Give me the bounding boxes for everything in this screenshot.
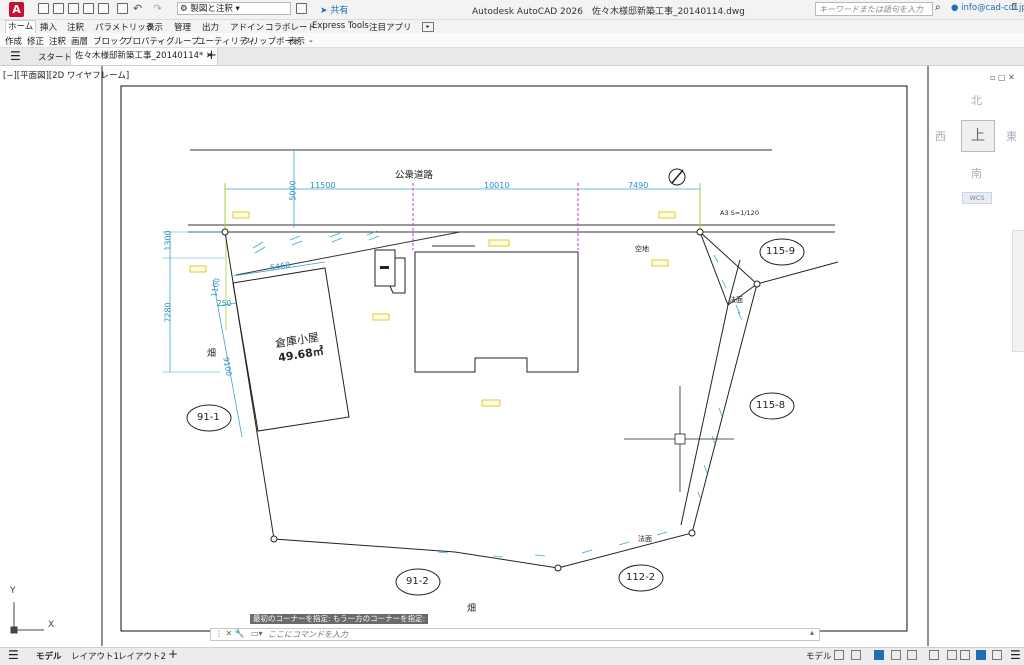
command-history-toggle-icon[interactable]: ▴ <box>810 628 814 637</box>
tab-layout1[interactable]: レイアウト1 <box>71 650 119 662</box>
viewcube-west[interactable]: 西 <box>935 128 946 144</box>
wcs-menu[interactable]: WCS <box>962 192 992 204</box>
dim-text: 1300 <box>163 230 173 251</box>
workspace-switch-icon[interactable] <box>976 650 986 660</box>
dim-text: 7490 <box>628 181 649 190</box>
model-space-toggle[interactable]: モデル <box>806 650 832 662</box>
slope-label: 法面 <box>729 296 743 304</box>
lineweight-icon[interactable] <box>947 650 957 660</box>
dim-text: 5000 <box>288 180 298 201</box>
dim-text: 7280 <box>163 302 173 323</box>
infer-constraints-icon[interactable] <box>874 650 884 660</box>
house-outline <box>414 251 579 373</box>
parcel-label: 91-1 <box>197 412 220 423</box>
parcel-label: 91-2 <box>406 576 429 587</box>
scale-label: A3 S=1/120 <box>720 209 759 217</box>
parcel-label: 115-8 <box>756 400 786 411</box>
navigation-bar[interactable] <box>1012 230 1024 352</box>
dim-text: 250 <box>217 299 232 308</box>
viewcube-south[interactable]: 南 <box>971 165 982 181</box>
tab-layout2[interactable]: レイアウト2 <box>118 650 166 662</box>
ucs-x-label: X <box>48 620 55 630</box>
osnap-icon[interactable] <box>929 650 939 660</box>
dim-text: 11500 <box>310 181 336 190</box>
grid-icon[interactable] <box>834 650 844 660</box>
tab-model[interactable]: モデル <box>36 650 62 662</box>
viewport-window-controls[interactable]: ▫ ▢ ✕ <box>990 73 1015 82</box>
viewcube-top-face[interactable]: 上 <box>961 120 995 152</box>
add-layout-icon[interactable]: + <box>168 647 178 661</box>
polar-icon[interactable] <box>907 650 917 660</box>
field-label: 畑 <box>467 604 477 614</box>
field-label: 畑 <box>207 349 217 359</box>
ortho-icon[interactable] <box>891 650 901 660</box>
vacant-lot-label: 空地 <box>635 245 649 253</box>
viewcube-east[interactable]: 東 <box>1006 128 1017 144</box>
snap-icon[interactable] <box>851 650 861 660</box>
command-input[interactable] <box>268 629 808 640</box>
road-label: 公衆道路 <box>395 170 434 181</box>
ucs-y-label: Y <box>10 586 16 596</box>
customize-icon[interactable]: ☰ <box>1010 648 1021 662</box>
ucs-icon <box>10 602 44 634</box>
parcel-label: 112-2 <box>626 572 656 583</box>
dim-text: 10010 <box>484 181 510 190</box>
cad-drawing <box>10 66 929 646</box>
crosshair-cursor <box>624 386 734 492</box>
layout-menu-icon[interactable]: ☰ <box>8 648 19 662</box>
parcel-label: 115-9 <box>766 246 796 257</box>
slope-label: 法面 <box>638 535 652 543</box>
viewcube-north[interactable]: 北 <box>971 92 982 108</box>
command-prompt-icon: ▭▾ <box>251 629 263 638</box>
command-close-icon[interactable]: ⋮ ✕ 🔧 <box>215 629 245 638</box>
annotation-scale-icon[interactable] <box>960 650 970 660</box>
command-history: 最初のコーナーを指定: もう一方のコーナーを指定: <box>250 614 429 624</box>
isolate-objects-icon[interactable] <box>992 650 1002 660</box>
